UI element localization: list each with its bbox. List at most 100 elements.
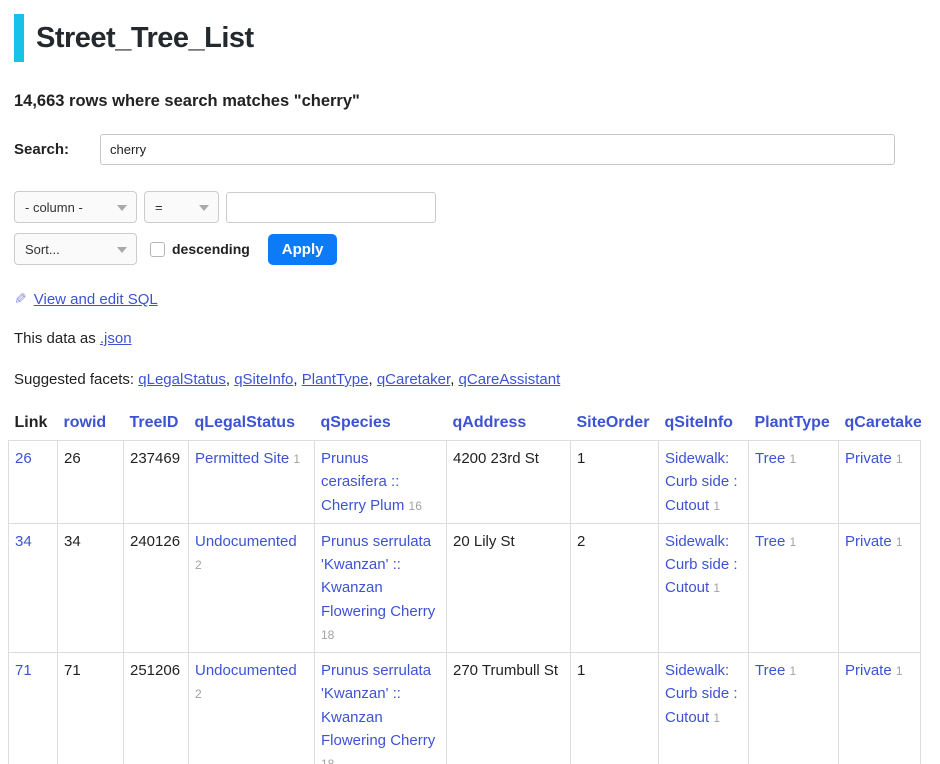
facet-value-link[interactable]: Tree — [755, 533, 785, 550]
header-qsiteinfo[interactable]: qSiteInfo — [659, 410, 749, 441]
facet-count: 18 — [321, 628, 334, 642]
facet-value-link[interactable]: Sidewalk: Curb side : Cutout — [665, 450, 738, 514]
cell-site-order: 2 — [571, 523, 659, 652]
facet-value-link[interactable]: Prunus serrulata 'Kwanzan' :: Kwanzan Fl… — [321, 533, 435, 620]
row-link[interactable]: 26 — [15, 450, 32, 467]
row-link[interactable]: 34 — [15, 533, 32, 550]
facet-count: 2 — [195, 558, 202, 572]
cell-link: 34 — [9, 523, 58, 652]
header-treeid[interactable]: TreeID — [124, 410, 189, 441]
header-rowid[interactable]: rowid — [58, 410, 124, 441]
filter-operator-select[interactable]: = — [144, 191, 219, 223]
accent-bar — [14, 14, 24, 62]
filter-operator-value: = — [155, 200, 163, 215]
sql-link-row: ✎ View and edit SQL — [14, 290, 926, 308]
cell-link: 26 — [9, 441, 58, 524]
facet-value-link[interactable]: Prunus cerasifera :: Cherry Plum — [321, 450, 404, 514]
facet-value-link[interactable]: Private — [845, 533, 892, 550]
facet-value-link[interactable]: Tree — [755, 662, 785, 679]
search-row: Search: — [14, 134, 926, 165]
facet-value-link[interactable]: Prunus serrulata 'Kwanzan' :: Kwanzan Fl… — [321, 662, 435, 749]
cell-plant-type: Tree 1 — [749, 441, 839, 524]
descending-checkbox[interactable] — [150, 242, 165, 257]
cell-site-info: Sidewalk: Curb side : Cutout 1 — [659, 523, 749, 652]
search-label: Search: — [14, 141, 100, 158]
chevron-down-icon — [117, 247, 127, 253]
facet-value-link[interactable]: Private — [845, 662, 892, 679]
cell-species: Prunus cerasifera :: Cherry Plum 16 — [315, 441, 447, 524]
filter-column-value: - column - — [25, 200, 83, 215]
facet-value-link[interactable]: Undocumented — [195, 662, 297, 679]
facet-value-link[interactable]: Tree — [755, 450, 785, 467]
filter-value-input[interactable] — [226, 192, 436, 223]
facet-link[interactable]: qSiteInfo — [234, 371, 293, 388]
search-input[interactable] — [100, 134, 895, 165]
header-siteorder[interactable]: SiteOrder — [571, 410, 659, 441]
sort-select[interactable]: Sort... — [14, 233, 137, 265]
cell-caretaker: Private 1 — [839, 653, 921, 764]
cell-treeid: 240126 — [124, 523, 189, 652]
header-link: Link — [9, 410, 58, 441]
row-count-summary: 14,663 rows where search matches "cherry… — [14, 92, 926, 111]
facet-value-link[interactable]: Sidewalk: Curb side : Cutout — [665, 662, 738, 726]
cell-rowid: 34 — [58, 523, 124, 652]
facet-link[interactable]: PlantType — [302, 371, 369, 388]
cell-address: 20 Lily St — [447, 523, 571, 652]
filter-row: - column - = — [14, 191, 926, 223]
header-planttype[interactable]: PlantType — [749, 410, 839, 441]
facet-count: 16 — [409, 499, 422, 513]
facet-link[interactable]: qLegalStatus — [138, 371, 226, 388]
facet-link[interactable]: qCaretaker — [377, 371, 450, 388]
facet-count: 1 — [789, 452, 796, 466]
export-row: This data as .json — [14, 330, 926, 347]
cell-site-info: Sidewalk: Curb side : Cutout 1 — [659, 653, 749, 764]
table-header-row: Link rowid TreeID qLegalStatus qSpecies … — [9, 410, 921, 441]
facet-links: qLegalStatus, qSiteInfo, PlantType, qCar… — [138, 371, 560, 388]
facet-count: 1 — [713, 499, 720, 513]
facet-count: 1 — [713, 581, 720, 595]
facet-count: 1 — [293, 452, 300, 466]
facets-prefix: Suggested facets: — [14, 371, 134, 388]
header-qlegalstatus[interactable]: qLegalStatus — [189, 410, 315, 441]
cell-site-order: 1 — [571, 653, 659, 764]
chevron-down-icon — [199, 205, 209, 211]
cell-address: 4200 23rd St — [447, 441, 571, 524]
descending-label: descending — [172, 241, 250, 257]
facet-link[interactable]: qCareAssistant — [459, 371, 561, 388]
pencil-icon: ✎ — [14, 290, 27, 308]
view-edit-sql-link[interactable]: View and edit SQL — [34, 291, 158, 308]
facet-value-link[interactable]: Permitted Site — [195, 450, 289, 467]
table-row: 71 71 251206 Undocumented 2 Prunus serru… — [9, 653, 921, 764]
cell-site-order: 1 — [571, 441, 659, 524]
header-qaddress[interactable]: qAddress — [447, 410, 571, 441]
facet-count: 1 — [713, 711, 720, 725]
row-link[interactable]: 71 — [15, 662, 32, 679]
facet-count: 1 — [896, 535, 903, 549]
cell-species: Prunus serrulata 'Kwanzan' :: Kwanzan Fl… — [315, 653, 447, 764]
cell-legal-status: Undocumented 2 — [189, 653, 315, 764]
cell-caretaker: Private 1 — [839, 441, 921, 524]
filter-column-select[interactable]: - column - — [14, 191, 137, 223]
results-table: Link rowid TreeID qLegalStatus qSpecies … — [8, 410, 921, 764]
cell-site-info: Sidewalk: Curb side : Cutout 1 — [659, 441, 749, 524]
apply-button[interactable]: Apply — [268, 234, 338, 265]
json-link[interactable]: .json — [100, 330, 132, 347]
header-qspecies[interactable]: qSpecies — [315, 410, 447, 441]
facet-count: 1 — [896, 452, 903, 466]
cell-plant-type: Tree 1 — [749, 523, 839, 652]
data-as-prefix: This data as — [14, 330, 96, 347]
cell-link: 71 — [9, 653, 58, 764]
cell-plant-type: Tree 1 — [749, 653, 839, 764]
facet-value-link[interactable]: Undocumented — [195, 533, 297, 550]
facet-value-link[interactable]: Private — [845, 450, 892, 467]
header-qcaretaker[interactable]: qCaretaker — [839, 410, 921, 441]
facet-value-link[interactable]: Sidewalk: Curb side : Cutout — [665, 533, 738, 597]
page-title: Street_Tree_List — [36, 22, 254, 55]
sort-row: Sort... descending Apply — [14, 233, 926, 265]
cell-treeid: 251206 — [124, 653, 189, 764]
facet-count: 1 — [789, 535, 796, 549]
table-row: 34 34 240126 Undocumented 2 Prunus serru… — [9, 523, 921, 652]
table-body: 26 26 237469 Permitted Site 1 Prunus cer… — [9, 441, 921, 764]
cell-legal-status: Permitted Site 1 — [189, 441, 315, 524]
cell-address: 270 Trumbull St — [447, 653, 571, 764]
